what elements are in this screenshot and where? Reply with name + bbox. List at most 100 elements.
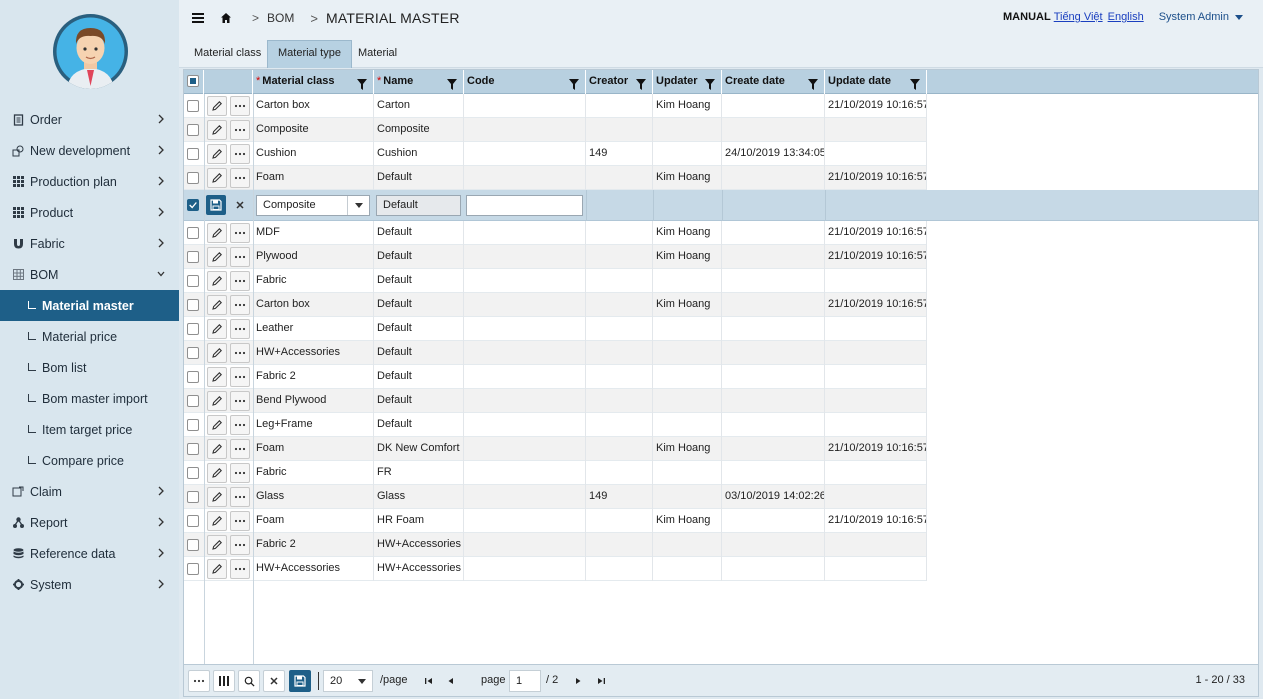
more-options-icon[interactable]: [230, 247, 250, 267]
more-options-icon[interactable]: [230, 168, 250, 188]
filter-icon[interactable]: [357, 76, 367, 90]
table-row[interactable]: HW+Accessories Default: [184, 341, 927, 365]
more-options-icon[interactable]: [230, 343, 250, 363]
more-options-icon[interactable]: [230, 295, 250, 315]
sidebar-item-claim[interactable]: Claim: [0, 476, 179, 507]
row-checkbox[interactable]: [187, 371, 199, 383]
table-row[interactable]: Plywood Default Kim Hoang 21/10/2019 10:16:…: [184, 245, 927, 269]
table-row[interactable]: HW+Accessories HW+Accessories: [184, 557, 927, 581]
user-avatar[interactable]: [53, 14, 128, 89]
sidebar-item-bom-master-import[interactable]: Bom master import: [0, 383, 179, 414]
table-row[interactable]: Cushion Cushion 149 24/10/2019 13:34:05: [184, 142, 927, 166]
sidebar-item-order[interactable]: Order: [0, 104, 179, 135]
edit-pencil-icon[interactable]: [207, 487, 227, 507]
column-header-create-date[interactable]: Create date: [722, 70, 825, 94]
row-checkbox[interactable]: [187, 251, 199, 263]
save-icon[interactable]: [206, 195, 226, 215]
tab-material[interactable]: Material: [347, 40, 408, 68]
table-row[interactable]: Leather Default: [184, 317, 927, 341]
edit-pencil-icon[interactable]: [207, 295, 227, 315]
lang-vietnamese-link[interactable]: Tiếng Việt: [1054, 11, 1103, 23]
filter-icon[interactable]: [910, 76, 920, 90]
filter-icon[interactable]: [808, 76, 818, 90]
sidebar-item-product[interactable]: Product: [0, 197, 179, 228]
sidebar-item-material-price[interactable]: Material price: [0, 321, 179, 352]
more-options-icon[interactable]: [230, 535, 250, 555]
search-icon[interactable]: [238, 670, 260, 692]
chevron-right-icon[interactable]: [157, 516, 165, 528]
chevron-right-icon[interactable]: [157, 144, 165, 156]
row-checkbox[interactable]: [187, 275, 199, 287]
edit-pencil-icon[interactable]: [207, 367, 227, 387]
save-icon[interactable]: [289, 670, 311, 692]
column-header-update-date[interactable]: Update date: [825, 70, 927, 94]
table-row[interactable]: Leg+Frame Default: [184, 413, 927, 437]
tab-material-type[interactable]: Material type: [267, 40, 352, 68]
filter-icon[interactable]: [705, 76, 715, 90]
chevron-down-icon[interactable]: [157, 268, 165, 280]
table-row[interactable]: Fabric FR: [184, 461, 927, 485]
editing-row[interactable]: Composite Default: [184, 190, 1258, 221]
more-options-icon[interactable]: [230, 559, 250, 579]
more-options-icon[interactable]: [230, 439, 250, 459]
edit-pencil-icon[interactable]: [207, 223, 227, 243]
table-row[interactable]: Carton box Carton Kim Hoang 21/10/2019 10:1…: [184, 94, 927, 118]
chevron-right-icon[interactable]: [157, 175, 165, 187]
sidebar-item-fabric[interactable]: Fabric: [0, 228, 179, 259]
page-size-select[interactable]: 20: [323, 670, 373, 692]
filter-icon[interactable]: [569, 76, 579, 90]
row-checkbox[interactable]: [187, 323, 199, 335]
breadcrumb-bom[interactable]: BOM: [267, 11, 294, 25]
row-checkbox[interactable]: [187, 100, 199, 112]
column-header-material-class[interactable]: * Material class: [253, 70, 374, 94]
cancel-close-icon[interactable]: [230, 195, 250, 215]
table-row[interactable]: Fabric 2 Default: [184, 365, 927, 389]
edit-pencil-icon[interactable]: [207, 391, 227, 411]
row-checkbox[interactable]: [187, 347, 199, 359]
caret-down-icon[interactable]: [1235, 14, 1243, 20]
more-options-icon[interactable]: [230, 391, 250, 411]
select-all-checkbox[interactable]: [187, 75, 199, 87]
edit-pencil-icon[interactable]: [207, 511, 227, 531]
last-page-icon[interactable]: [596, 675, 606, 685]
row-checkbox[interactable]: [187, 148, 199, 160]
edit-pencil-icon[interactable]: [207, 559, 227, 579]
page-number-input[interactable]: 1: [509, 670, 541, 692]
table-row[interactable]: MDF Default Kim Hoang 21/10/2019 10:16:57: [184, 221, 927, 245]
more-options-icon[interactable]: [230, 487, 250, 507]
row-checkbox[interactable]: [187, 419, 199, 431]
more-options-icon[interactable]: [230, 319, 250, 339]
row-checkbox[interactable]: [187, 172, 199, 184]
chevron-right-icon[interactable]: [157, 578, 165, 590]
table-row[interactable]: Foam HR Foam Kim Hoang 21/10/2019 10:16:57: [184, 509, 927, 533]
filter-icon[interactable]: [447, 76, 457, 90]
edit-pencil-icon[interactable]: [207, 271, 227, 291]
edit-pencil-icon[interactable]: [207, 415, 227, 435]
row-checkbox[interactable]: [187, 563, 199, 575]
edit-pencil-icon[interactable]: [207, 144, 227, 164]
edit-pencil-icon[interactable]: [207, 168, 227, 188]
sidebar-item-item-target-price[interactable]: Item target price: [0, 414, 179, 445]
next-page-icon[interactable]: [573, 675, 583, 685]
table-row[interactable]: Bend Plywood Default: [184, 389, 927, 413]
row-checkbox[interactable]: [187, 515, 199, 527]
chevron-right-icon[interactable]: [157, 237, 165, 249]
row-checkbox[interactable]: [187, 539, 199, 551]
tab-material-class[interactable]: Material class: [183, 40, 272, 68]
row-checkbox-checked[interactable]: [187, 199, 199, 211]
row-checkbox[interactable]: [187, 395, 199, 407]
edit-pencil-icon[interactable]: [207, 96, 227, 116]
edit-pencil-icon[interactable]: [207, 343, 227, 363]
row-checkbox[interactable]: [187, 443, 199, 455]
table-row[interactable]: Glass Glass 149 03/10/2019 14:02:26: [184, 485, 927, 509]
more-options-icon[interactable]: [230, 223, 250, 243]
more-options-icon[interactable]: [230, 120, 250, 140]
column-header-code[interactable]: Code: [464, 70, 586, 94]
table-row[interactable]: Foam Default Kim Hoang 21/10/2019 10:16:57: [184, 166, 927, 190]
first-page-icon[interactable]: [424, 675, 434, 685]
more-options-icon[interactable]: [230, 367, 250, 387]
sidebar-item-new-development[interactable]: New development: [0, 135, 179, 166]
filter-icon[interactable]: [636, 76, 646, 90]
clear-filter-icon[interactable]: [263, 670, 285, 692]
sidebar-item-system[interactable]: System: [0, 569, 179, 600]
